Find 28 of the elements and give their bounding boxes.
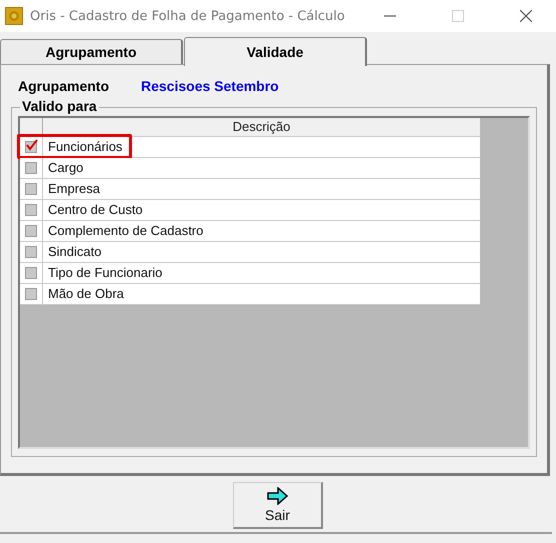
- checkbox[interactable]: [25, 288, 37, 300]
- app-icon: [5, 7, 23, 25]
- maximize-icon[interactable]: [452, 10, 464, 22]
- tab[interactable]: Validade: [184, 37, 367, 66]
- table-cell-text: Complemento de Cadastro: [47, 222, 204, 240]
- checkbox[interactable]: [25, 225, 37, 237]
- column-header: Descrição: [232, 118, 292, 136]
- table-cell-text: Mão de Obra: [47, 285, 125, 303]
- field-label: Agrupamento: [18, 78, 109, 94]
- field-value: Rescisoes Setembro: [141, 78, 279, 94]
- close-icon[interactable]: [520, 10, 532, 22]
- table-cell-text: Sindicato: [47, 243, 102, 261]
- table-cell-text: Tipo de Funcionario: [47, 264, 164, 282]
- checkbox[interactable]: [25, 267, 37, 279]
- table-cell-text: Funcionários: [47, 138, 124, 156]
- table-cell-text: Empresa: [47, 180, 102, 198]
- arrow-icon: [266, 487, 288, 505]
- exit-button[interactable]: Sair: [233, 482, 323, 529]
- checkbox[interactable]: [25, 141, 37, 153]
- window-title: Oris - Cadastro de Folha de Pagamento - Cálculo: [30, 8, 346, 24]
- table-cell-text: Cargo: [47, 159, 84, 177]
- group-title: Valido para: [20, 98, 99, 114]
- table-cell-text: Centro de Custo: [47, 201, 144, 219]
- checkbox[interactable]: [25, 183, 37, 195]
- checkbox[interactable]: [25, 162, 37, 174]
- checkbox[interactable]: [25, 246, 37, 258]
- tab[interactable]: Agrupamento: [0, 39, 183, 64]
- checkbox[interactable]: [25, 204, 37, 216]
